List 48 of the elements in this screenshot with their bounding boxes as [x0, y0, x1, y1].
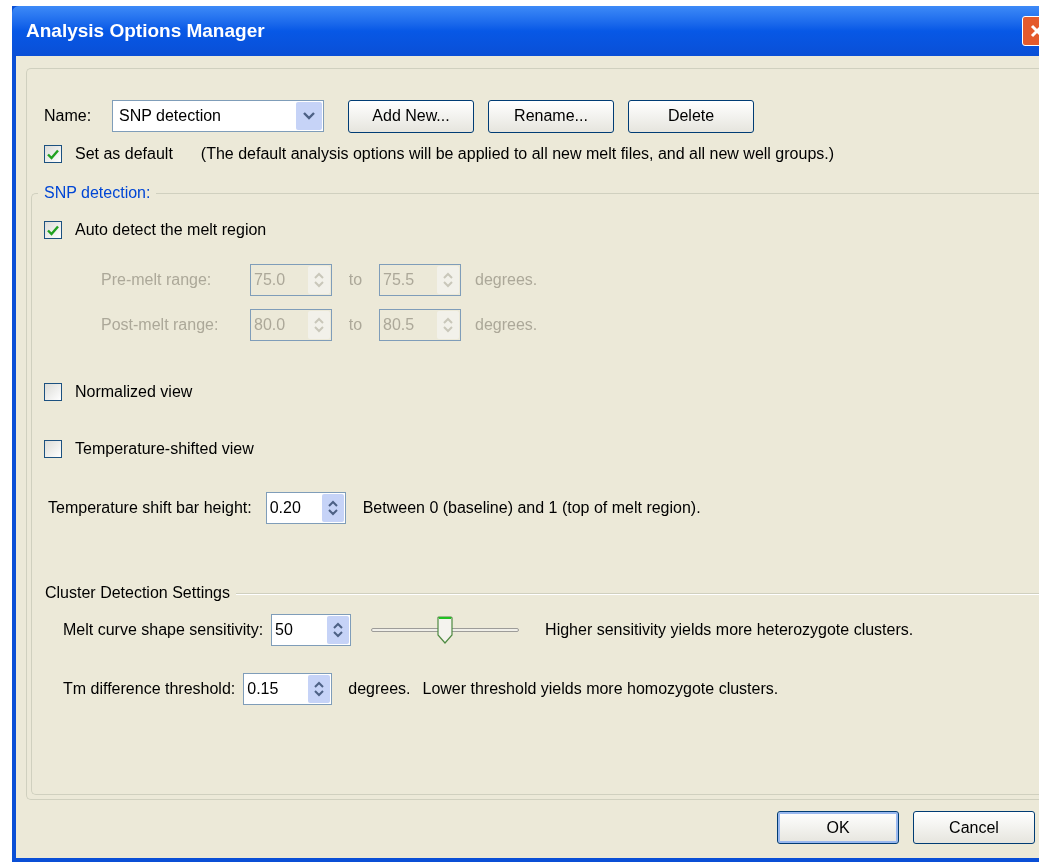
- threshold-label: Tm difference threshold:: [63, 679, 236, 699]
- toolbar-button[interactable]: Add New...: [348, 99, 474, 133]
- spin-field[interactable]: 0.20: [265, 492, 346, 524]
- checkbox-label: Normalized view: [75, 382, 193, 402]
- spin-value: 50: [274, 620, 294, 640]
- checkbox-label: Set as default: [75, 144, 173, 164]
- range-to-label: to: [347, 270, 364, 290]
- range-to-label: to: [347, 315, 364, 335]
- name-label: Name:: [44, 106, 93, 126]
- spin-value: 75.0: [253, 270, 287, 290]
- range-unit: degrees.: [475, 315, 538, 335]
- slider-thumb[interactable]: [437, 616, 454, 644]
- spin-value: 75.5: [382, 270, 416, 290]
- spin-value: 80.5: [382, 315, 416, 335]
- shift-note: Between 0 (baseline) and 1 (top of melt region).: [362, 498, 701, 518]
- spin-arrows-icon[interactable]: [321, 494, 344, 522]
- window-title: Analysis Options Manager: [26, 18, 266, 43]
- shift-label: Temperature shift bar height:: [48, 498, 252, 518]
- checkbox-label: Temperature-shifted view: [75, 439, 254, 459]
- dialog-button[interactable]: OK: [777, 811, 899, 844]
- checkbox[interactable]: [44, 221, 62, 239]
- section-title: Cluster Detection Settings: [45, 583, 230, 603]
- range-label: Pre-melt range:: [101, 270, 213, 290]
- spin-value: 80.0: [253, 315, 287, 335]
- name-dropdown[interactable]: SNP detection: [112, 100, 324, 132]
- toolbar-button[interactable]: Delete: [628, 99, 754, 133]
- dialog-button[interactable]: Cancel: [913, 811, 1035, 844]
- checkbox[interactable]: [44, 383, 62, 401]
- range-label: Post-melt range:: [101, 315, 220, 335]
- spin-value: 0.20: [268, 498, 302, 518]
- toolbar-button[interactable]: Rename...: [488, 99, 614, 133]
- sensitivity-label: Melt curve shape sensitivity:: [63, 620, 264, 640]
- range-unit: degrees.: [475, 270, 538, 290]
- spin-field[interactable]: 50: [271, 614, 352, 646]
- default-note: (The default analysis options will be applied to all new melt files, and all new well groups.): [200, 144, 835, 164]
- spin-arrows-icon[interactable]: [308, 675, 331, 703]
- sensitivity-slider[interactable]: [371, 615, 520, 645]
- threshold-note: Lower threshold yields more homozygote clusters.: [422, 679, 779, 699]
- spin-field[interactable]: 0.15: [243, 673, 333, 705]
- threshold-unit: degrees.: [348, 679, 411, 699]
- spin-arrows-icon[interactable]: [327, 616, 350, 644]
- sensitivity-note: Higher sensitivity yields more heterozygote clusters.: [545, 620, 914, 640]
- checkmark-icon: [47, 224, 59, 236]
- checkmark-icon: [47, 148, 59, 160]
- checkbox[interactable]: [44, 145, 62, 163]
- checkbox[interactable]: [44, 440, 62, 458]
- checkbox-label: Auto detect the melt region: [75, 220, 267, 240]
- spin-value: 0.15: [246, 679, 280, 699]
